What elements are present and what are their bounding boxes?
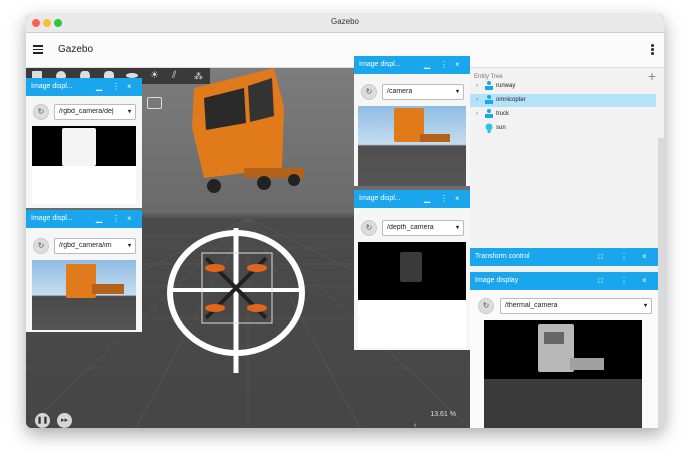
entity-label: sun	[496, 125, 506, 131]
panel-title: Image displ...	[31, 83, 73, 90]
close-icon[interactable]: ×	[642, 252, 647, 261]
more-icon[interactable]: ⋮	[440, 194, 448, 203]
entity-label: omnicopter	[496, 97, 526, 103]
depth-camera-image	[358, 242, 466, 348]
entity-label: runway	[496, 83, 516, 89]
close-icon[interactable]: ×	[127, 82, 132, 91]
minimize-icon[interactable]: ▁	[96, 214, 102, 223]
more-icon[interactable]: ⋮	[112, 214, 120, 223]
topic-value: /depth_camera	[387, 224, 434, 231]
topic-value: /camera	[387, 88, 413, 95]
image-display-panel: ↻ /camera ▾	[354, 74, 470, 186]
entity-row-omnicopter[interactable]: › omnicopter	[470, 94, 656, 107]
chevron-down-icon: ▾	[455, 225, 459, 231]
more-icon[interactable]: ⋮	[620, 252, 628, 261]
chevron-down-icon: ▾	[643, 303, 647, 309]
minimize-icon[interactable]: ▁	[96, 82, 102, 91]
image-display-panel-header[interactable]: Image displ... ▁ ⋮ ×	[26, 210, 142, 228]
chevron-down-icon: ▾	[127, 243, 131, 249]
topic-dropdown[interactable]: /rgbd_camera/de| ▾	[54, 104, 136, 120]
panel-title: Image displ...	[359, 195, 401, 202]
close-icon[interactable]: ×	[642, 276, 647, 285]
chevron-down-icon: ▾	[127, 109, 131, 115]
topic-dropdown[interactable]: /depth_camera ▾	[382, 220, 464, 236]
more-options-icon[interactable]	[651, 44, 654, 56]
refresh-icon[interactable]: ↻	[33, 238, 49, 254]
refresh-icon[interactable]: ↻	[478, 298, 494, 314]
image-display-title: Image display	[475, 277, 519, 284]
minimize-icon[interactable]: ▁	[424, 194, 430, 203]
sidebar-scrollbar[interactable]	[658, 138, 664, 428]
minimize-icon[interactable]: ▁	[424, 60, 430, 69]
gazebo-window: Gazebo Gazebo ☀ ⫽ ⁂ ❚❚ ▸▸ ‹ 13.61 % Imag…	[26, 14, 664, 428]
close-icon[interactable]: ×	[455, 194, 460, 203]
more-icon[interactable]: ⋮	[440, 60, 448, 69]
screenshot-camera-icon[interactable]	[147, 97, 162, 109]
topic-dropdown[interactable]: /camera ▾	[382, 84, 464, 100]
refresh-icon[interactable]: ↻	[33, 104, 49, 120]
app-title: Gazebo	[58, 44, 94, 55]
panel-title: Image displ...	[359, 61, 401, 68]
maximize-icon[interactable]: □	[598, 252, 603, 261]
maximize-icon[interactable]: □	[598, 276, 603, 285]
more-icon[interactable]: ⋮	[620, 276, 628, 285]
entity-label: truck	[496, 111, 510, 117]
topic-value: /rgbd_camera/im	[59, 242, 112, 249]
transform-control-header[interactable]: Transform control □ ⋮ ×	[470, 248, 658, 266]
model-icon	[485, 95, 493, 104]
entity-row-truck[interactable]: › truck	[470, 108, 656, 121]
omnicopter-model[interactable]	[160, 218, 320, 378]
chevron-right-icon[interactable]: ›	[476, 111, 478, 117]
truck-model[interactable]	[164, 68, 304, 198]
model-icon	[485, 81, 493, 90]
directional-light-icon[interactable]: ⫽	[172, 71, 182, 81]
light-icon	[485, 123, 493, 133]
right-sidebar: Entity Tree + › runway › omnicopter › tr…	[470, 68, 664, 428]
entity-row-runway[interactable]: › runway	[470, 80, 656, 93]
thermal-image-panel: ↻ /thermal_camera ▾	[470, 290, 658, 428]
image-display-panel: ↻ /rgbd_camera/im ▾	[26, 228, 142, 332]
topic-dropdown[interactable]: /thermal_camera ▾	[500, 298, 652, 314]
image-display-panel-header[interactable]: Image displ... ▁ ⋮ ×	[354, 56, 470, 74]
close-icon[interactable]: ×	[127, 214, 132, 223]
chevron-right-icon[interactable]: ›	[476, 97, 478, 103]
image-display-panel: ↻ /rgbd_camera/de| ▾	[26, 96, 142, 208]
sun-light-icon[interactable]: ☀	[150, 71, 160, 81]
zoom-level: 13.61 %	[430, 411, 456, 418]
step-button[interactable]: ▸▸	[57, 413, 72, 428]
spot-light-icon[interactable]: ⁂	[194, 71, 204, 81]
thermal-camera-image	[484, 320, 642, 428]
depth-image	[32, 126, 136, 204]
more-icon[interactable]: ⋮	[112, 82, 120, 91]
image-display-panel-header[interactable]: Image displ... ▁ ⋮ ×	[26, 78, 142, 96]
refresh-icon[interactable]: ↻	[361, 84, 377, 100]
image-display-header[interactable]: Image display □ ⋮ ×	[470, 272, 658, 290]
chevron-right-icon[interactable]: ›	[476, 83, 478, 89]
topic-value: /thermal_camera	[505, 302, 558, 309]
title-bar: Gazebo	[26, 14, 664, 33]
topic-value: /rgbd_camera/de|	[59, 108, 114, 115]
image-display-panel: ↻ /depth_camera ▾	[354, 208, 470, 350]
collapse-stats-icon[interactable]: ‹	[414, 422, 416, 428]
entity-row-sun[interactable]: sun	[470, 122, 656, 135]
camera-image	[358, 106, 466, 186]
app-bar: Gazebo	[26, 33, 664, 68]
chevron-down-icon: ▾	[455, 89, 459, 95]
pause-button[interactable]: ❚❚	[35, 413, 50, 428]
image-display-panel-header[interactable]: Image displ... ▁ ⋮ ×	[354, 190, 470, 208]
transform-control-title: Transform control	[475, 253, 530, 260]
close-icon[interactable]: ×	[455, 60, 460, 69]
refresh-icon[interactable]: ↻	[361, 220, 377, 236]
window-title: Gazebo	[330, 17, 360, 26]
topic-dropdown[interactable]: /rgbd_camera/im ▾	[54, 238, 136, 254]
menu-icon[interactable]	[33, 45, 43, 54]
model-icon	[485, 109, 493, 118]
rgb-image	[32, 260, 136, 330]
panel-title: Image displ...	[31, 215, 73, 222]
